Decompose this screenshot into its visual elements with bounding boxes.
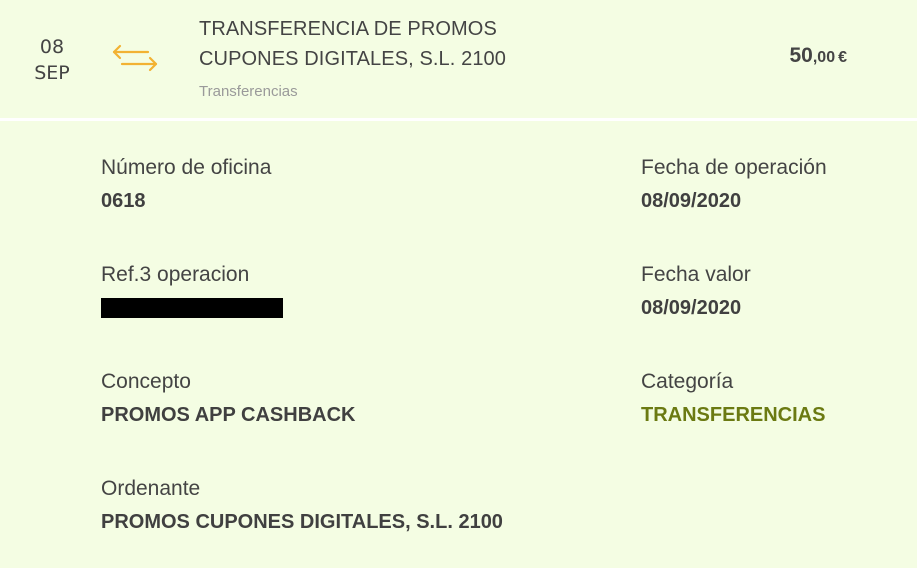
transaction-amount: 50,00 € <box>789 44 847 68</box>
transaction-title-line2: CUPONES DIGITALES, S.L. 2100 <box>199 48 506 70</box>
reference-redacted <box>101 298 283 318</box>
operation-date-field: Fecha de operación 08/09/2020 <box>641 155 827 213</box>
reference-label: Ref.3 operacion <box>101 263 250 286</box>
reference-field: Ref.3 operacion <box>101 262 283 318</box>
transaction-month: SEP <box>34 62 70 84</box>
transaction-title-line1: TRANSFERENCIA DE PROMOS <box>199 18 497 40</box>
concept-label: Concepto <box>101 370 191 393</box>
transfer-arrows-icon <box>112 44 158 72</box>
operation-date-label: Fecha de operación <box>641 156 827 179</box>
transaction-title: TRANSFERENCIA DE PROMOS CUPONES DIGITALE… <box>199 14 679 74</box>
ordering-party-label: Ordenante <box>101 477 201 500</box>
category-label: Categoría <box>641 370 734 393</box>
transaction-day: 08 <box>39 36 65 58</box>
amount-integer: 50 <box>789 44 813 67</box>
operation-date-value: 08/09/2020 <box>641 190 742 212</box>
transaction-date: 08 SEP <box>20 34 84 86</box>
value-date-field: Fecha valor 08/09/2020 <box>641 262 751 320</box>
office-field: Número de oficina 0618 <box>101 155 271 213</box>
ordering-party-field: Ordenante PROMOS CUPONES DIGITALES, S.L.… <box>101 476 503 534</box>
transaction-header[interactable]: 08 SEP TRANSFERENCIA DE PROMOS CUPONES D… <box>0 0 917 121</box>
transaction-category-subtitle: Transferencias <box>199 83 298 100</box>
office-value: 0618 <box>101 190 146 212</box>
concept-value: PROMOS APP CASHBACK <box>101 404 356 426</box>
category-value[interactable]: TRANSFERENCIAS <box>641 403 825 427</box>
amount-currency: € <box>838 49 847 66</box>
category-field: Categoría TRANSFERENCIAS <box>641 369 825 427</box>
concept-field: Concepto PROMOS APP CASHBACK <box>101 369 355 427</box>
amount-decimal: ,00 <box>812 49 836 66</box>
ordering-party-value: PROMOS CUPONES DIGITALES, S.L. 2100 <box>101 511 503 533</box>
value-date-value: 08/09/2020 <box>641 297 742 319</box>
office-label: Número de oficina <box>101 156 272 179</box>
value-date-label: Fecha valor <box>641 263 751 286</box>
